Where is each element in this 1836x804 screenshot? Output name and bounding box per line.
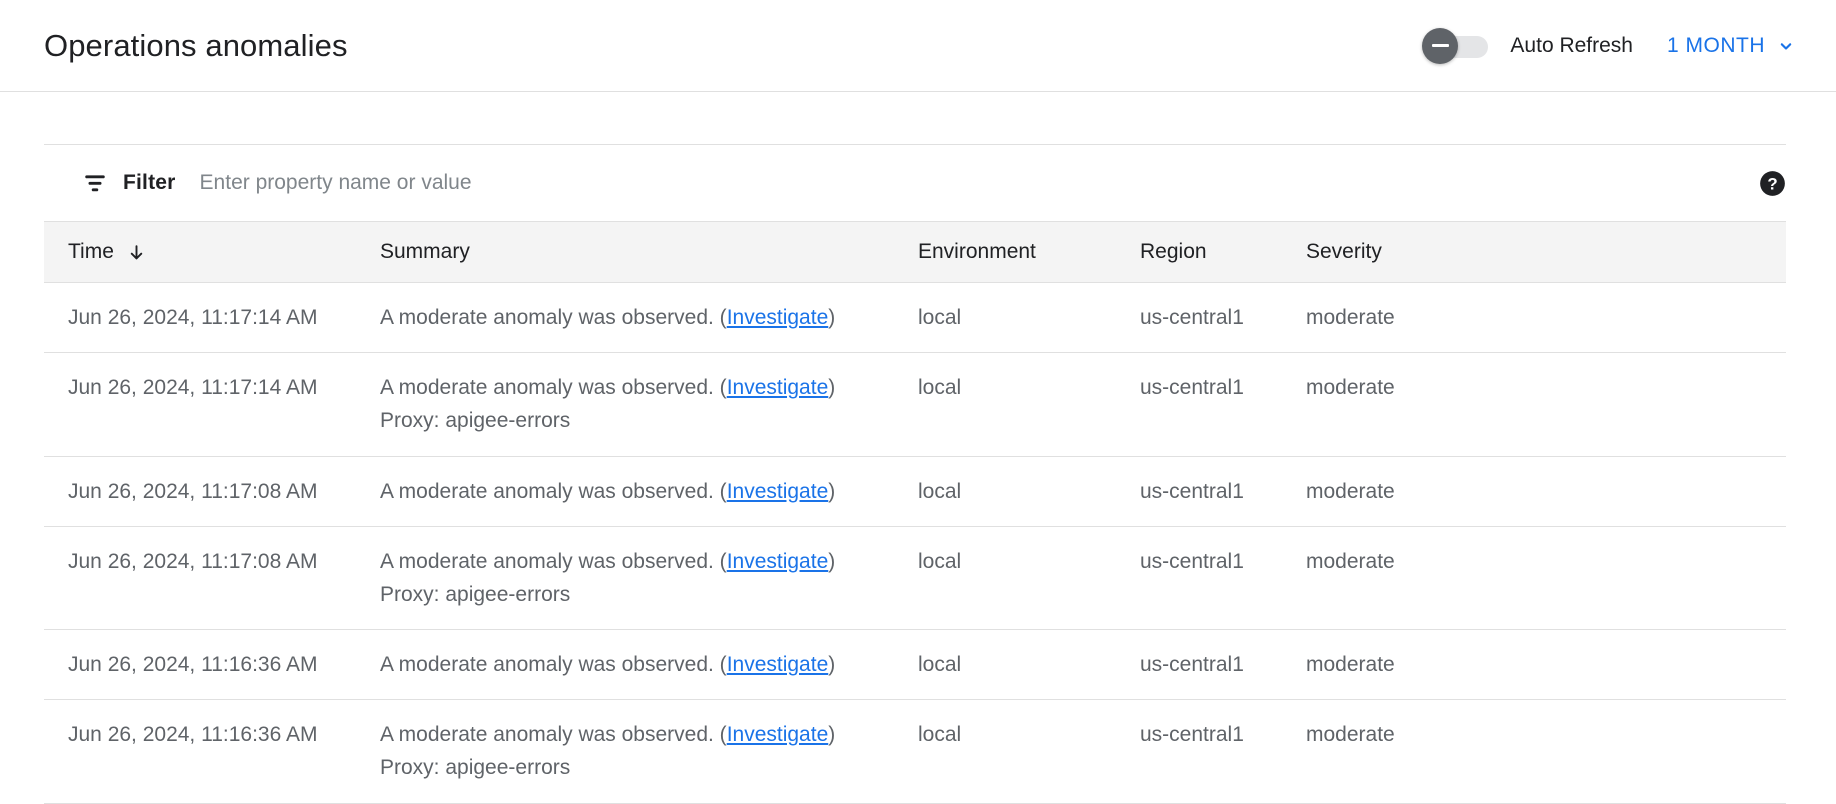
column-header-summary-label: Summary (380, 240, 470, 263)
investigate-link[interactable]: Investigate (727, 550, 829, 573)
summary-text-prefix: A moderate anomaly was observed. ( (380, 376, 727, 400)
column-header-region[interactable]: Region (1140, 221, 1306, 283)
anomalies-table: Time Summary Environment Region Severity… (44, 221, 1786, 804)
cell-severity: moderate (1306, 352, 1786, 457)
table-body: Jun 26, 2024, 11:17:14 AM A moderate ano… (44, 282, 1786, 804)
cell-severity: moderate (1306, 456, 1786, 527)
column-header-environment-label: Environment (918, 240, 1036, 263)
cell-environment: local (918, 699, 1140, 804)
summary-detail: Proxy: apigee-errors (380, 409, 571, 433)
filter-bar: Filter ? (44, 145, 1786, 221)
table-header: Time Summary Environment Region Severity (44, 221, 1786, 283)
header-controls: Auto Refresh 1 MONTH (1422, 27, 1796, 64)
content-area: Filter ? Time (0, 144, 1836, 804)
table-row[interactable]: Jun 26, 2024, 11:17:08 AM A moderate ano… (44, 456, 1786, 527)
chevron-down-icon (1776, 36, 1796, 56)
auto-refresh-toggle[interactable] (1422, 27, 1489, 64)
summary-text-prefix: A moderate anomaly was observed. ( (380, 549, 727, 573)
cell-summary: A moderate anomaly was observed. (Invest… (380, 282, 918, 354)
page-header: Operations anomalies Auto Refresh 1 MONT… (0, 0, 1836, 92)
cell-environment: local (918, 456, 1140, 527)
investigate-link[interactable]: Investigate (727, 723, 829, 746)
cell-summary: A moderate anomaly was observed. (Invest… (380, 352, 918, 457)
investigate-link[interactable]: Investigate (727, 653, 829, 676)
summary-text-suffix: ) (828, 723, 836, 747)
summary-detail: Proxy: apigee-errors (380, 756, 571, 780)
cell-region: us-central1 (1140, 629, 1306, 701)
summary-text-prefix: A moderate anomaly was observed. ( (380, 653, 727, 677)
cell-time: Jun 26, 2024, 11:17:08 AM (44, 526, 380, 631)
cell-region: us-central1 (1140, 282, 1306, 354)
filter-input[interactable] (199, 166, 1759, 200)
column-header-time[interactable]: Time (44, 221, 380, 283)
column-header-summary[interactable]: Summary (380, 221, 918, 283)
summary-text-suffix: ) (828, 376, 836, 400)
column-header-severity-label: Severity (1306, 240, 1382, 263)
table-row[interactable]: Jun 26, 2024, 11:17:14 AM A moderate ano… (44, 282, 1786, 354)
cell-time: Jun 26, 2024, 11:17:08 AM (44, 456, 380, 527)
filter-icon[interactable] (82, 170, 108, 196)
table-row[interactable]: Jun 26, 2024, 11:17:14 AM A moderate ano… (44, 352, 1786, 457)
cell-environment: local (918, 526, 1140, 631)
investigate-link[interactable]: Investigate (727, 376, 829, 399)
cell-environment: local (918, 352, 1140, 457)
column-header-environment[interactable]: Environment (918, 221, 1140, 283)
time-range-dropdown[interactable]: 1 MONTH (1667, 34, 1796, 58)
summary-text-prefix: A moderate anomaly was observed. ( (380, 306, 727, 329)
cell-severity: moderate (1306, 526, 1786, 631)
cell-region: us-central1 (1140, 456, 1306, 527)
filter-label: Filter (123, 171, 176, 194)
cell-severity: moderate (1306, 699, 1786, 804)
summary-text-suffix: ) (828, 306, 836, 329)
summary-text-suffix: ) (828, 549, 836, 573)
table-row[interactable]: Jun 26, 2024, 11:16:36 AM A moderate ano… (44, 629, 1786, 701)
page-title: Operations anomalies (44, 27, 348, 63)
summary-text-prefix: A moderate anomaly was observed. ( (380, 479, 727, 503)
summary-detail: Proxy: apigee-errors (380, 582, 571, 606)
cell-severity: moderate (1306, 629, 1786, 701)
cell-time: Jun 26, 2024, 11:16:36 AM (44, 699, 380, 804)
summary-text-prefix: A moderate anomaly was observed. ( (380, 723, 727, 747)
table-row[interactable]: Jun 26, 2024, 11:17:08 AM A moderate ano… (44, 526, 1786, 631)
cell-environment: local (918, 629, 1140, 701)
summary-text-suffix: ) (828, 653, 836, 677)
cell-environment: local (918, 282, 1140, 354)
column-header-region-label: Region (1140, 240, 1207, 263)
auto-refresh-label: Auto Refresh (1510, 33, 1633, 57)
sort-descending-icon (127, 243, 146, 262)
summary-text-suffix: ) (828, 479, 836, 503)
toggle-thumb (1422, 27, 1459, 64)
investigate-link[interactable]: Investigate (727, 480, 829, 503)
cell-summary: A moderate anomaly was observed. (Invest… (380, 699, 918, 804)
time-range-value: 1 MONTH (1667, 33, 1765, 57)
cell-time: Jun 26, 2024, 11:16:36 AM (44, 629, 380, 701)
cell-time: Jun 26, 2024, 11:17:14 AM (44, 352, 380, 457)
cell-severity: moderate (1306, 282, 1786, 354)
table-row[interactable]: Jun 26, 2024, 11:16:36 AM A moderate ano… (44, 699, 1786, 804)
cell-summary: A moderate anomaly was observed. (Invest… (380, 526, 918, 631)
minus-icon (1431, 44, 1449, 47)
help-icon[interactable]: ? (1759, 170, 1786, 197)
cell-summary: A moderate anomaly was observed. (Invest… (380, 629, 918, 701)
cell-region: us-central1 (1140, 352, 1306, 457)
column-header-time-label: Time (68, 240, 114, 263)
cell-region: us-central1 (1140, 699, 1306, 804)
cell-region: us-central1 (1140, 526, 1306, 631)
table-header-row: Time Summary Environment Region Severity (44, 221, 1786, 283)
cell-time: Jun 26, 2024, 11:17:14 AM (44, 282, 380, 354)
investigate-link[interactable]: Investigate (727, 306, 829, 329)
svg-text:?: ? (1767, 174, 1777, 193)
column-header-severity[interactable]: Severity (1306, 221, 1786, 283)
cell-summary: A moderate anomaly was observed. (Invest… (380, 456, 918, 527)
